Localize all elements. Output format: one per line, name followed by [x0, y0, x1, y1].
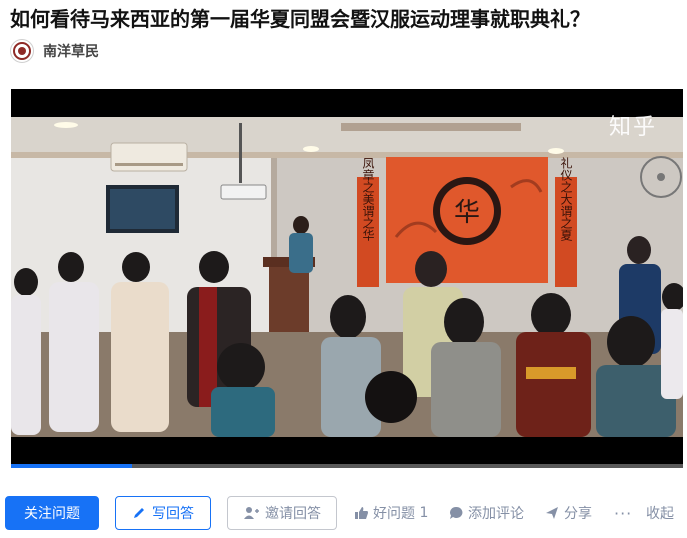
more-button[interactable]: ···	[614, 496, 632, 530]
write-answer-label: 写回答	[152, 506, 194, 522]
question-title: 如何看待马来西亚的第一届华夏同盟会暨汉服运动理事就职典礼？	[10, 7, 590, 31]
thumbs-up-icon	[355, 507, 368, 519]
follow-question-button[interactable]: 关注问题	[5, 496, 99, 530]
question-actions: 关注问题 写回答 邀请回答 好问题 1 添加评论 分享 ··· 收起	[0, 496, 687, 532]
comment-icon	[450, 506, 463, 519]
video-progress-bar[interactable]	[11, 464, 683, 468]
banner-emblem: 华	[454, 198, 480, 228]
invite-answer-label: 邀请回答	[265, 506, 321, 522]
banner-right-text: 礼仪之大谓之夏	[559, 156, 573, 241]
share-label: 分享	[564, 506, 592, 522]
share-button[interactable]: 分享	[545, 496, 592, 530]
collapse-button[interactable]: 收起	[646, 496, 674, 530]
add-user-icon	[244, 507, 259, 519]
video-player[interactable]: 华 凤章之美谓之华 礼仪之大谓之夏 知乎	[11, 89, 683, 468]
add-comment-button[interactable]: 添加评论	[449, 496, 524, 530]
video-progress-fill	[11, 464, 132, 468]
author-row: 南洋草民	[10, 38, 99, 64]
add-comment-label: 添加评论	[468, 506, 524, 522]
banner-left-text: 凤章之美谓之华	[361, 157, 375, 241]
zhihu-watermark: 知乎	[608, 115, 657, 140]
write-answer-button[interactable]: 写回答	[115, 496, 211, 530]
video-frame: 华 凤章之美谓之华 礼仪之大谓之夏	[11, 117, 683, 437]
invite-answer-button[interactable]: 邀请回答	[227, 496, 337, 530]
good-question-label: 好问题	[373, 506, 415, 522]
pencil-icon	[134, 508, 144, 518]
good-question-count: 1	[419, 505, 429, 521]
paper-plane-icon	[546, 507, 558, 519]
good-question-button[interactable]: 好问题 1	[354, 496, 428, 530]
author-avatar[interactable]	[10, 39, 34, 63]
author-name[interactable]: 南洋草民	[43, 41, 99, 61]
